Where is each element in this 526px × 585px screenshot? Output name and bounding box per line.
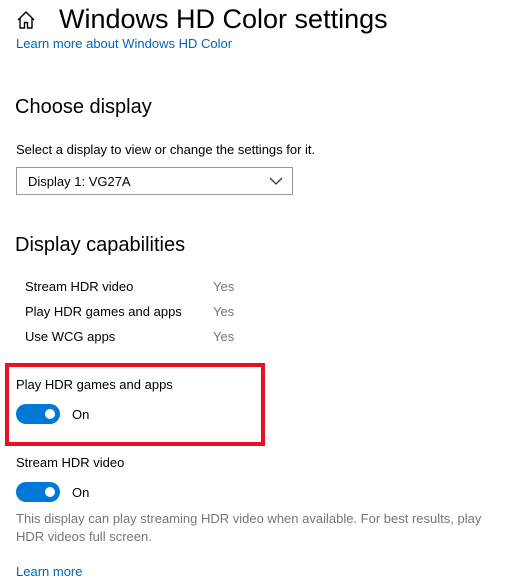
capability-label: Play HDR games and apps	[25, 304, 182, 319]
stream-hdr-description: This display can play streaming HDR vide…	[16, 511, 482, 544]
choose-display-heading: Choose display	[15, 96, 152, 118]
capability-value: Yes	[213, 329, 235, 344]
play-hdr-toggle[interactable]	[16, 404, 60, 424]
toggle-knob	[45, 409, 55, 419]
display-select-dropdown[interactable]: Display 1: VG27A	[16, 167, 293, 195]
display-select-value: Display 1: VG27A	[28, 174, 131, 189]
stream-hdr-label: Stream HDR video	[16, 455, 125, 470]
toggle-knob	[45, 487, 55, 497]
stream-hdr-state: On	[72, 485, 90, 500]
capability-label: Stream HDR video	[25, 279, 134, 294]
capability-value: Yes	[213, 304, 235, 319]
capability-value: Yes	[213, 279, 235, 294]
page-title: Windows HD Color settings	[59, 4, 388, 34]
stream-hdr-toggle[interactable]	[16, 482, 60, 502]
display-capabilities-heading: Display capabilities	[15, 234, 186, 256]
select-display-description: Select a display to view or change the s…	[16, 142, 316, 157]
capability-label: Use WCG apps	[25, 329, 116, 344]
learn-more-link[interactable]: Learn more	[16, 563, 82, 580]
play-hdr-state: On	[72, 407, 90, 422]
home-icon[interactable]	[15, 9, 37, 31]
learn-more-hd-color-link[interactable]: Learn more about Windows HD Color	[16, 36, 232, 52]
play-hdr-label: Play HDR games and apps	[16, 377, 173, 392]
chevron-down-icon	[269, 177, 283, 185]
